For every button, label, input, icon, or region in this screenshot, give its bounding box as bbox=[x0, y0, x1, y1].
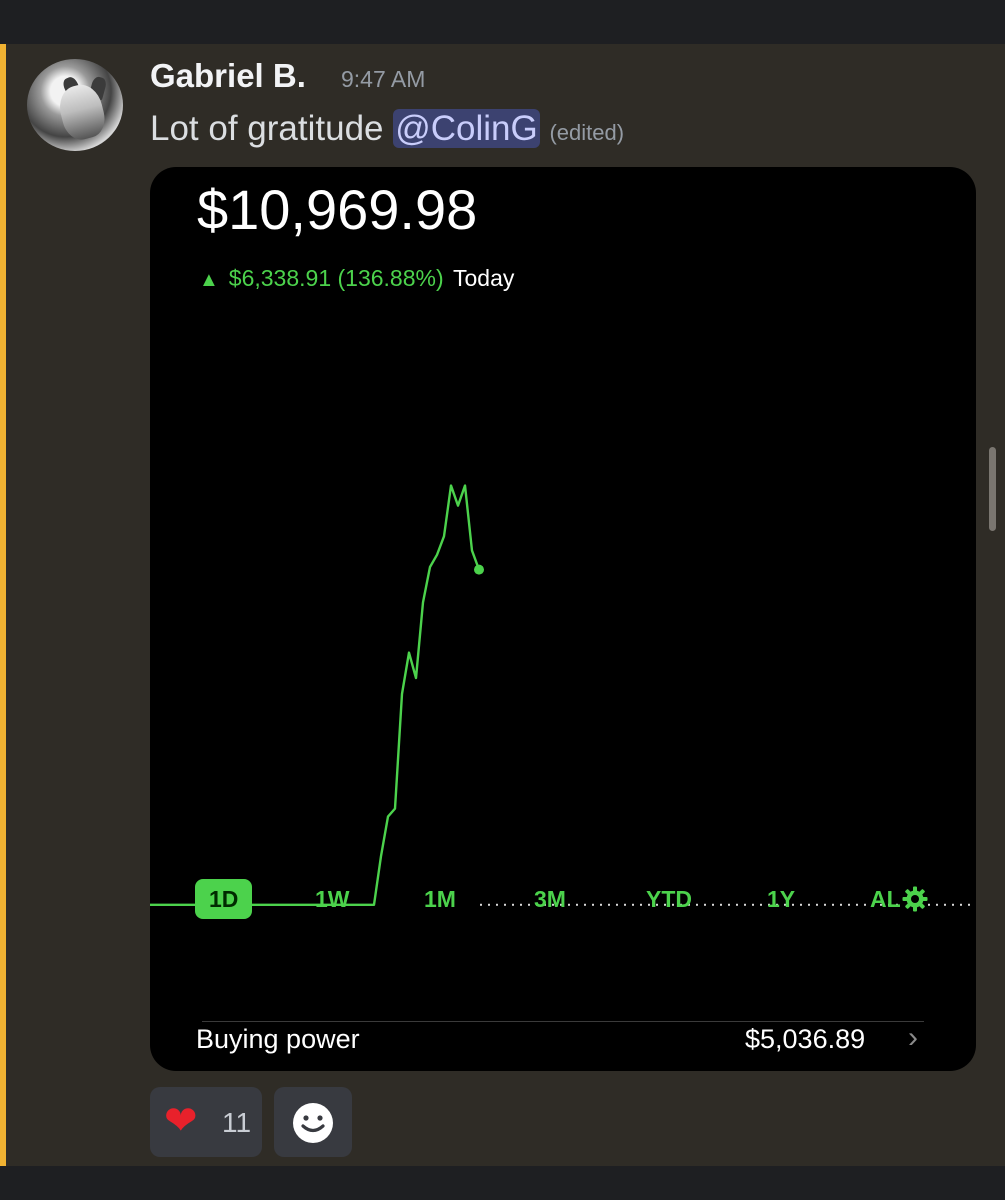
series-line bbox=[150, 484, 481, 906]
username[interactable]: Gabriel B. bbox=[150, 57, 306, 95]
data-point bbox=[429, 566, 431, 568]
chevron-right-icon[interactable]: › bbox=[908, 1021, 918, 1055]
data-point bbox=[450, 485, 452, 487]
user-mention[interactable]: @ColinG bbox=[393, 109, 540, 148]
change-period: Today bbox=[453, 265, 515, 291]
portfolio-screenshot[interactable]: $10,969.98 ▲ $6,338.91 (136.88%) Today 1D… bbox=[150, 167, 976, 1071]
message-text: Lot of gratitude @ColinG (edited) bbox=[150, 109, 624, 149]
heart-emoji-icon: ❤ bbox=[164, 1099, 198, 1143]
period-tab-1w[interactable]: 1W bbox=[315, 879, 350, 919]
data-point bbox=[401, 693, 403, 695]
data-point bbox=[443, 535, 445, 537]
reaction-count: 11 bbox=[222, 1107, 252, 1138]
period-tab-3m[interactable]: 3M bbox=[534, 879, 566, 919]
divider bbox=[202, 1021, 924, 1022]
timestamp: 9:47 AM bbox=[341, 66, 426, 92]
data-point bbox=[457, 505, 459, 507]
data-point bbox=[415, 677, 417, 679]
add-reaction-button[interactable] bbox=[274, 1087, 352, 1157]
portfolio-balance: $10,969.98 bbox=[197, 178, 478, 241]
data-point bbox=[464, 485, 466, 487]
period-tab-ytd[interactable]: YTD bbox=[646, 879, 692, 919]
data-point bbox=[394, 808, 396, 810]
bottom-bar bbox=[0, 1166, 1005, 1200]
period-tab-all[interactable]: AL bbox=[870, 879, 901, 919]
data-point bbox=[436, 554, 438, 556]
add-reaction-icon bbox=[293, 1103, 333, 1143]
buying-power-value[interactable]: $5,036.89 bbox=[745, 1024, 865, 1055]
portfolio-line-chart bbox=[150, 484, 970, 906]
data-point bbox=[387, 816, 389, 818]
message-body: Lot of gratitude bbox=[150, 109, 384, 148]
current-value-dot bbox=[474, 564, 484, 575]
buying-power-label[interactable]: Buying power bbox=[196, 1024, 360, 1055]
edited-label: (edited) bbox=[549, 120, 625, 145]
daily-change: ▲ $6,338.91 (136.88%) Today bbox=[199, 265, 514, 292]
reaction-heart[interactable]: ❤ 11 bbox=[150, 1087, 262, 1157]
top-bar bbox=[0, 0, 1005, 44]
period-tab-1y[interactable]: 1Y bbox=[767, 879, 795, 919]
chat-message: Gabriel B. 9:47 AM Lot of gratitude @Col… bbox=[0, 44, 1005, 1166]
period-tab-1d[interactable]: 1D bbox=[195, 879, 253, 919]
up-arrow-icon: ▲ bbox=[199, 269, 219, 291]
period-selector: 1D 1W 1M 3M YTD 1Y AL bbox=[150, 879, 976, 923]
gear-icon[interactable] bbox=[902, 886, 928, 912]
change-value: $6,338.91 (136.88%) bbox=[228, 265, 444, 291]
avatar[interactable] bbox=[27, 59, 123, 151]
data-point bbox=[422, 601, 424, 603]
data-point bbox=[408, 652, 410, 654]
period-tab-1m[interactable]: 1M bbox=[424, 879, 456, 919]
data-point bbox=[471, 550, 473, 552]
data-point bbox=[380, 855, 382, 857]
